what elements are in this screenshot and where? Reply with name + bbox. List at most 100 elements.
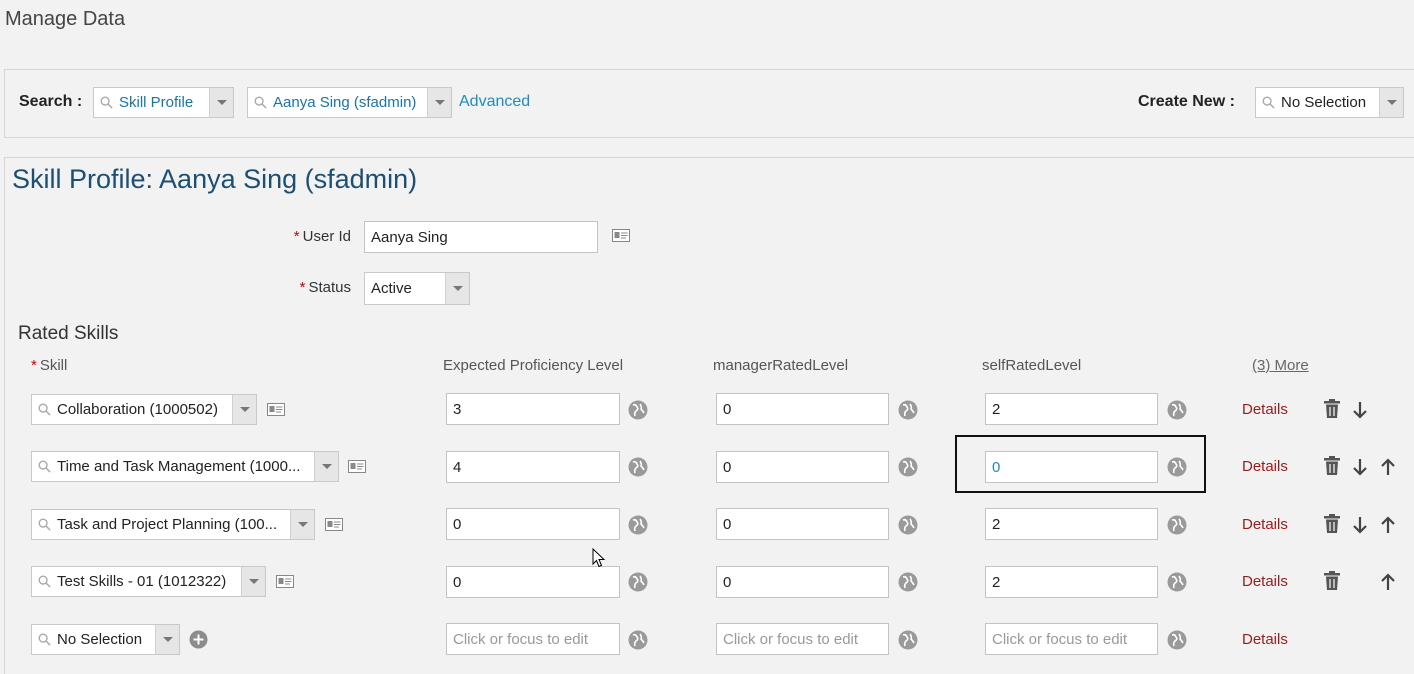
trash-icon[interactable]	[1323, 456, 1341, 476]
chevron-down-icon[interactable]	[445, 273, 469, 304]
skill-value: Collaboration (1000502)	[57, 401, 218, 418]
page-title: Manage Data	[5, 8, 126, 30]
search-icon	[254, 96, 267, 109]
self-level-input-row-5[interactable]: Click or focus to edit	[985, 623, 1158, 655]
create-new-label: Create New :	[1138, 93, 1235, 110]
more-columns-link[interactable]: (3) More	[1252, 357, 1309, 374]
chevron-down-icon[interactable]	[155, 625, 179, 654]
chevron-down-icon[interactable]	[290, 510, 314, 539]
globe-icon[interactable]	[898, 515, 918, 535]
search-icon	[38, 633, 51, 646]
details-link-row-2[interactable]: Details	[1242, 458, 1288, 475]
search-record-value: Aanya Sing (sfadmin)	[273, 94, 417, 111]
globe-icon[interactable]	[1167, 400, 1187, 420]
expected-level-input-row-2[interactable]: 4	[446, 451, 620, 483]
search-icon	[38, 575, 51, 588]
search-record-select[interactable]: Aanya Sing (sfadmin)	[247, 87, 452, 118]
required-mark: *	[31, 357, 37, 374]
chevron-down-icon[interactable]	[427, 88, 451, 117]
skill-select-row-2[interactable]: Time and Task Management (1000...	[31, 451, 339, 482]
trash-icon[interactable]	[1323, 399, 1341, 419]
self-level-input-row-4[interactable]: 2	[985, 566, 1158, 598]
arrow-up-icon[interactable]	[1379, 457, 1397, 477]
focus-highlight-box	[955, 435, 1206, 493]
advanced-search-link[interactable]: Advanced	[459, 93, 530, 111]
arrow-down-icon[interactable]	[1351, 515, 1369, 535]
search-icon	[100, 96, 113, 109]
rated-skills-title: Rated Skills	[18, 323, 119, 344]
manager-level-column-header: managerRatedLevel	[713, 357, 849, 374]
chevron-down-icon[interactable]	[314, 452, 338, 481]
user-card-icon[interactable]	[612, 229, 630, 242]
user-id-field[interactable]: Aanya Sing	[364, 221, 598, 253]
search-icon	[38, 460, 51, 473]
skill-column-text: Skill	[39, 357, 68, 374]
manager-level-input-row-2[interactable]: 0	[716, 451, 889, 483]
required-mark: *	[299, 279, 306, 296]
search-type-value: Skill Profile	[119, 94, 194, 111]
skill-select-row-1[interactable]: Collaboration (1000502)	[31, 394, 257, 425]
globe-icon[interactable]	[1167, 515, 1187, 535]
expected-level-input-row-5[interactable]: Click or focus to edit	[446, 623, 620, 655]
expected-level-input-row-3[interactable]: 0	[446, 508, 620, 540]
skill-card-icon[interactable]	[348, 460, 366, 473]
search-type-select[interactable]: Skill Profile	[93, 87, 234, 118]
skill-value: Test Skills - 01 (1012322)	[57, 573, 227, 590]
arrow-up-icon[interactable]	[1379, 515, 1397, 535]
arrow-down-icon[interactable]	[1351, 457, 1369, 477]
globe-icon[interactable]	[898, 457, 918, 477]
self-level-input-row-1[interactable]: 2	[985, 393, 1158, 425]
expected-level-column-header: Expected Proficiency Level	[443, 357, 624, 374]
user-id-label: * User Id	[240, 228, 351, 245]
status-label-text: Status	[308, 279, 351, 296]
globe-icon[interactable]	[898, 572, 918, 592]
status-label: * Status	[240, 279, 351, 296]
create-new-value: No Selection	[1281, 94, 1367, 111]
globe-icon[interactable]	[1167, 572, 1187, 592]
search-icon	[38, 403, 51, 416]
globe-icon[interactable]	[628, 572, 648, 592]
expected-level-input-row-1[interactable]: 3	[446, 393, 620, 425]
required-mark: *	[293, 228, 300, 245]
skill-select-row-4[interactable]: Test Skills - 01 (1012322)	[31, 566, 266, 597]
arrow-up-icon[interactable]	[1379, 572, 1397, 592]
manager-level-input-row-3[interactable]: 0	[716, 508, 889, 540]
globe-icon[interactable]	[628, 630, 648, 650]
mouse-cursor-icon	[592, 548, 606, 568]
user-id-label-text: User Id	[302, 228, 351, 245]
status-select[interactable]: Active	[364, 272, 470, 305]
self-level-input-row-3[interactable]: 2	[985, 508, 1158, 540]
add-circle-icon[interactable]	[189, 630, 208, 649]
manager-level-input-row-4[interactable]: 0	[716, 566, 889, 598]
skill-card-icon[interactable]	[276, 575, 294, 588]
manager-level-input-row-5[interactable]: Click or focus to edit	[716, 623, 889, 655]
globe-icon[interactable]	[628, 457, 648, 477]
globe-icon[interactable]	[628, 515, 648, 535]
trash-icon[interactable]	[1323, 571, 1341, 591]
search-icon	[1262, 96, 1275, 109]
details-link-row-4[interactable]: Details	[1242, 573, 1288, 590]
globe-icon[interactable]	[1167, 630, 1187, 650]
globe-icon[interactable]	[628, 400, 648, 420]
details-link-row-3[interactable]: Details	[1242, 516, 1288, 533]
expected-level-input-row-4[interactable]: 0	[446, 566, 620, 598]
skill-card-icon[interactable]	[267, 403, 285, 416]
trash-icon[interactable]	[1323, 514, 1341, 534]
skill-select-row-5[interactable]: No Selection	[31, 624, 180, 655]
arrow-down-icon[interactable]	[1351, 400, 1369, 420]
chevron-down-icon[interactable]	[241, 567, 265, 596]
globe-icon[interactable]	[898, 400, 918, 420]
manager-level-input-row-1[interactable]: 0	[716, 393, 889, 425]
details-link-row-5[interactable]: Details	[1242, 631, 1288, 648]
skill-column-header: * Skill	[31, 357, 67, 374]
details-link-row-1[interactable]: Details	[1242, 401, 1288, 418]
chevron-down-icon[interactable]	[1379, 88, 1403, 117]
skill-select-row-3[interactable]: Task and Project Planning (100...	[31, 509, 315, 540]
create-new-select[interactable]: No Selection	[1255, 87, 1404, 118]
search-label: Search :	[19, 93, 83, 110]
chevron-down-icon[interactable]	[232, 395, 256, 424]
skill-value: Task and Project Planning (100...	[57, 516, 278, 533]
chevron-down-icon[interactable]	[209, 88, 233, 117]
globe-icon[interactable]	[898, 630, 918, 650]
skill-card-icon[interactable]	[325, 518, 343, 531]
